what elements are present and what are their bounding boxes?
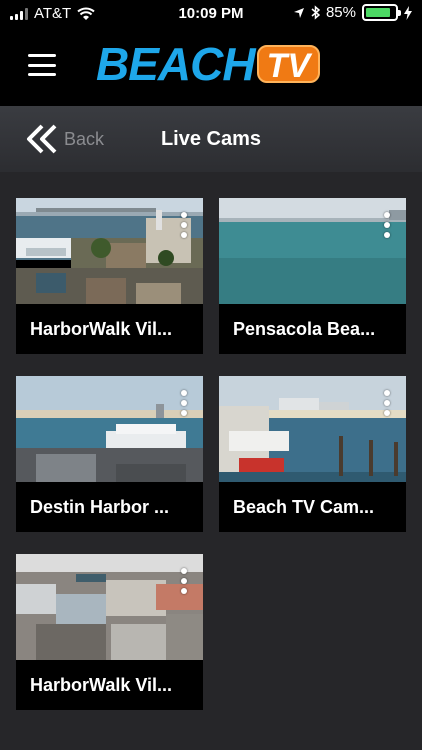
cam-thumbnail	[16, 376, 203, 482]
cam-title: Destin Harbor ...	[30, 497, 170, 517]
cam-title: HarborWalk Vil...	[30, 319, 173, 339]
page-title: Live Cams	[160, 128, 262, 150]
logo-tv-badge: TV	[256, 45, 321, 85]
cam-title: HarborWalk Vil...	[30, 675, 173, 695]
cam-title: Pensacola Bea...	[233, 319, 376, 339]
app-header: BEACH TV	[0, 30, 422, 106]
hamburger-menu-icon[interactable]	[28, 54, 56, 76]
cam-card[interactable]: Destin Harbor ...	[16, 376, 203, 532]
more-options-icon[interactable]	[384, 212, 390, 238]
more-options-icon[interactable]	[181, 212, 187, 238]
cam-thumbnail	[219, 198, 406, 304]
cam-thumbnail	[16, 198, 203, 304]
location-icon	[293, 7, 304, 18]
battery-percent: 85%	[325, 4, 356, 21]
cam-thumbnail	[16, 554, 203, 660]
cam-title: Beach TV Cam...	[233, 497, 375, 517]
battery-icon	[362, 4, 401, 21]
cam-card[interactable]: HarborWalk Vil...	[16, 198, 203, 354]
navigation-bar: Back Live Cams	[0, 106, 422, 172]
cam-card[interactable]: Pensacola Bea...	[219, 198, 406, 354]
bluetooth-icon	[311, 5, 320, 20]
more-options-icon[interactable]	[181, 568, 187, 594]
more-options-icon[interactable]	[181, 390, 187, 416]
cam-card[interactable]: Beach TV Cam...	[219, 376, 406, 532]
more-options-icon[interactable]	[384, 390, 390, 416]
beach-tv-logo: BEACH TV	[96, 38, 321, 90]
charging-icon	[404, 5, 412, 20]
logo-main-text: BEACH	[96, 38, 256, 90]
cam-thumbnail	[219, 376, 406, 482]
status-bar: AT&T 10:09 PM 85%	[0, 0, 422, 30]
cam-card[interactable]: HarborWalk Vil...	[16, 554, 203, 710]
